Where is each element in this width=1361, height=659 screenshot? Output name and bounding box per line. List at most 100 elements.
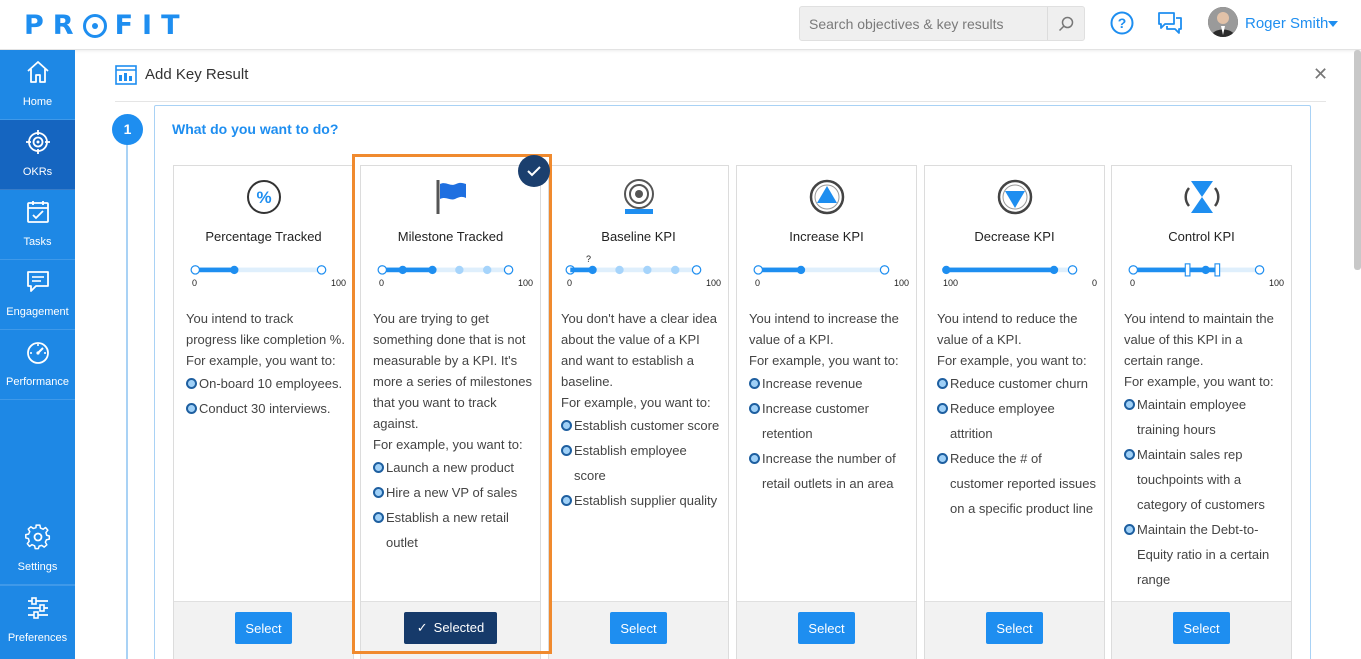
help-icon[interactable]: ? <box>1110 11 1134 35</box>
user-name[interactable]: Roger Smith <box>1245 15 1328 32</box>
select-button[interactable]: Select <box>235 612 292 644</box>
search-icon <box>1058 16 1074 31</box>
sidebar-item-label: Performance <box>6 376 69 388</box>
select-button[interactable]: Select <box>610 612 667 644</box>
sidebar-item-label: Settings <box>17 561 58 573</box>
list-item: Increase revenue <box>749 371 909 396</box>
baseline-icon <box>620 178 658 216</box>
chevron-down-icon[interactable] <box>1328 21 1338 27</box>
select-button[interactable]: Select <box>798 612 855 644</box>
search-input[interactable] <box>800 7 1048 40</box>
sidebar-item-engagement[interactable]: Engagement <box>0 260 75 330</box>
slider-max-label: 100 <box>705 278 721 288</box>
example-list: Increase revenue Increase customer retent… <box>749 371 909 496</box>
description-text: You intend to maintain the value of this… <box>1124 311 1274 368</box>
home-icon <box>27 61 49 83</box>
sidebar-item-label: Preferences <box>7 632 68 644</box>
slider-min-label: 0 <box>567 278 573 288</box>
card-title: Increase KPI <box>789 229 864 244</box>
divider <box>115 101 1326 102</box>
card-footer: Select <box>549 601 728 659</box>
option-card[interactable]: % Percentage Tracked 0 100 You intend to tra… <box>173 165 354 659</box>
percent-icon: % <box>245 178 283 216</box>
select-button[interactable]: Select <box>986 612 1043 644</box>
slider-graphic <box>753 265 890 275</box>
sidebar-item-home[interactable]: Home <box>0 50 75 120</box>
card-footer: Select <box>925 601 1104 659</box>
step-connector <box>126 143 128 659</box>
example-intro: For example, you want to: <box>561 395 711 410</box>
card-description: You don't have a clear idea about the va… <box>561 308 721 513</box>
decrease-icon <box>996 178 1034 216</box>
sidebar-item-settings[interactable]: Settings <box>0 515 75 585</box>
option-card[interactable]: Control KPI 0 100 You intend to maintain th… <box>1111 165 1292 659</box>
slider-min-label: 0 <box>755 278 761 288</box>
list-item: On-board 10 employees. <box>186 371 346 396</box>
card-title: Decrease KPI <box>974 229 1055 244</box>
card-description: You intend to track progress like comple… <box>186 308 346 421</box>
card-footer: Select <box>1112 601 1291 659</box>
scrollbar[interactable] <box>1354 50 1361 270</box>
profit-logo[interactable]: PR FIT <box>24 10 189 41</box>
card-title: Control KPI <box>1168 229 1235 244</box>
select-button[interactable]: Select <box>1173 612 1230 644</box>
performance-icon <box>27 342 49 364</box>
list-item: Conduct 30 interviews. <box>186 396 346 421</box>
search-button[interactable] <box>1047 7 1084 40</box>
step-question: What do you want to do? <box>172 121 339 137</box>
list-item: Establish employee score <box>561 438 721 488</box>
sidebar-item-okrs[interactable]: OKRs <box>0 120 75 190</box>
close-icon[interactable]: ✕ <box>1313 64 1328 85</box>
list-item: Reduce the # of customer reported issues… <box>937 446 1097 521</box>
logo-target-icon <box>82 13 107 38</box>
example-list: On-board 10 employees. Conduct 30 intervi… <box>186 371 346 421</box>
avatar[interactable] <box>1208 7 1238 37</box>
description-text: You intend to reduce the value of a KPI. <box>937 311 1078 347</box>
svg-text:?: ? <box>1118 15 1127 31</box>
example-intro: For example, you want to: <box>1124 374 1274 389</box>
tasks-icon <box>27 201 49 223</box>
sidebar-item-label: OKRs <box>22 166 53 178</box>
card-footer: Select <box>737 601 916 659</box>
option-card[interactable]: Decrease KPI 100 0 You intend to reduce the… <box>924 165 1105 659</box>
card-description: You intend to reduce the value of a KPI.… <box>937 308 1097 521</box>
list-item: Maintain the Debt-to-Equity ratio in a c… <box>1124 517 1284 592</box>
example-intro: For example, you want to: <box>749 353 899 368</box>
option-card[interactable]: Baseline KPI 0 100? You don't have a clear … <box>548 165 729 659</box>
list-item: Increase customer retention <box>749 396 909 446</box>
card-description: You intend to increase the value of a KP… <box>749 308 909 496</box>
slider-marker-label: ? <box>586 254 592 264</box>
card-footer: Select <box>174 601 353 659</box>
range-slider: 0 100? <box>559 254 721 288</box>
list-item: Increase the number of retail outlets in… <box>749 446 909 496</box>
chat-icon[interactable] <box>1157 11 1183 35</box>
slider-graphic <box>942 265 1078 275</box>
list-item: Establish supplier quality <box>561 488 721 513</box>
dialog-title: Add Key Result <box>145 66 249 83</box>
search-box <box>799 6 1085 41</box>
sidebar-item-preferences[interactable]: Preferences <box>0 585 75 655</box>
slider-max-label: 0 <box>1091 278 1097 288</box>
engagement-icon <box>27 271 49 292</box>
slider-graphic <box>1128 263 1265 277</box>
example-intro: For example, you want to: <box>937 353 1087 368</box>
svg-text:%: % <box>256 188 271 207</box>
example-intro: For example, you want to: <box>186 353 336 368</box>
sidebar-item-label: Home <box>22 96 53 108</box>
list-item: Establish customer score <box>561 413 721 438</box>
slider-max-label: 100 <box>893 278 909 288</box>
step-number: 1 <box>112 114 143 145</box>
control-icon <box>1183 178 1221 216</box>
check-icon <box>527 166 541 177</box>
description-text: You don't have a clear idea about the va… <box>561 311 717 389</box>
card-title: Percentage Tracked <box>205 229 322 244</box>
sidebar-item-performance[interactable]: Performance <box>0 330 75 400</box>
slider-graphic <box>190 265 327 275</box>
option-card[interactable]: Increase KPI 0 100 You intend to increase t… <box>736 165 917 659</box>
sidebar-item-tasks[interactable]: Tasks <box>0 190 75 260</box>
range-slider: 0 100 <box>184 262 346 288</box>
check-badge <box>518 155 550 187</box>
slider-max-label: 100 <box>330 278 346 288</box>
range-slider: 0 100 <box>1122 262 1284 288</box>
card-title: Baseline KPI <box>601 229 676 244</box>
